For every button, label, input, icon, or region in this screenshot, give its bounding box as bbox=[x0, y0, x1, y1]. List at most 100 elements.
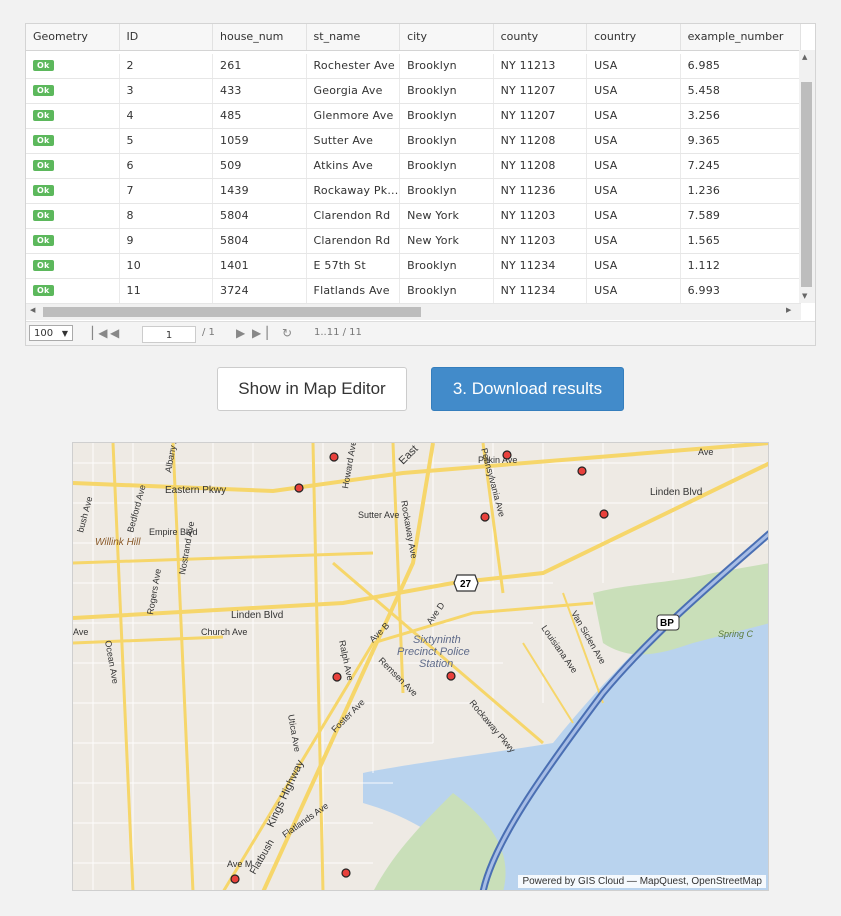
table-row[interactable]: Ok 3 433 Georgia Ave Brooklyn NY 11207 USA 5.45… bbox=[26, 79, 801, 104]
scroll-left-icon[interactable]: ◀ bbox=[30, 306, 35, 314]
map-view[interactable]: Eastern Pkwy Linden Blvd Linden Blvd Sut… bbox=[72, 442, 769, 891]
label-rogers-ave: Rogers Ave bbox=[145, 568, 163, 615]
location-marker[interactable] bbox=[502, 450, 512, 460]
table-row[interactable]: Ok 8 5804 Clarendon Rd New York NY 11203 USA 7.… bbox=[26, 204, 801, 229]
page-number-input[interactable]: 1 bbox=[142, 326, 196, 343]
label-albany-ave: Albany Ave bbox=[163, 443, 181, 473]
first-page-icon[interactable]: ▏◀ bbox=[92, 326, 108, 340]
cell-st-name: Georgia Ave bbox=[307, 79, 401, 103]
geometry-cell: Ok bbox=[26, 204, 120, 228]
label-utica-ave: Utica Ave bbox=[286, 714, 302, 753]
table-row[interactable]: Ok 4 485 Glenmore Ave Brooklyn NY 11207 USA 3.2… bbox=[26, 104, 801, 129]
label-spring-creek: Spring C bbox=[718, 629, 754, 639]
label-linden-blvd-east: Linden Blvd bbox=[650, 487, 702, 498]
geometry-ok-badge: Ok bbox=[33, 209, 54, 221]
cell-county: NY 11236 bbox=[494, 179, 588, 203]
table-row[interactable]: Ok 6 509 Atkins Ave Brooklyn NY 11208 USA 7.245 bbox=[26, 154, 801, 179]
cell-country: USA bbox=[587, 79, 681, 103]
location-marker[interactable] bbox=[341, 868, 351, 878]
page-size-value: 100 bbox=[34, 328, 54, 339]
scroll-right-icon[interactable]: ▶ bbox=[786, 306, 791, 314]
cell-id: 9 bbox=[120, 229, 214, 253]
cell-house-num: 5804 bbox=[213, 204, 307, 228]
col-header-geometry[interactable]: Geometry bbox=[26, 24, 120, 50]
location-marker[interactable] bbox=[446, 671, 456, 681]
pager: 100 ▼ ▏◀ ◀ 1 / 1 ▶ ▶▕ ↻ 1..11 / 11 bbox=[26, 321, 815, 345]
cell-city: Brooklyn bbox=[400, 104, 494, 128]
horizontal-scroll-thumb[interactable] bbox=[43, 307, 421, 317]
vertical-scroll-thumb[interactable] bbox=[801, 82, 812, 287]
cell-id: 10 bbox=[120, 254, 214, 278]
page-size-select[interactable]: 100 ▼ bbox=[29, 325, 73, 341]
col-header-county[interactable]: county bbox=[494, 24, 588, 50]
location-marker[interactable] bbox=[294, 483, 304, 493]
col-header-example-number[interactable]: example_number bbox=[681, 24, 801, 50]
geometry-cell: Ok bbox=[26, 104, 120, 128]
geometry-cell: Ok bbox=[26, 254, 120, 278]
table-row[interactable]: Ok 11 3724 Flatlands Ave Brooklyn NY 11234 USA… bbox=[26, 279, 801, 304]
cell-example-number: 6.985 bbox=[681, 54, 801, 78]
location-marker[interactable] bbox=[329, 452, 339, 462]
geometry-ok-badge: Ok bbox=[33, 109, 54, 121]
col-header-city[interactable]: city bbox=[400, 24, 494, 50]
geometry-cell: Ok bbox=[26, 279, 120, 303]
map-canvas[interactable]: Eastern Pkwy Linden Blvd Linden Blvd Sut… bbox=[73, 443, 769, 891]
cell-city: Brooklyn bbox=[400, 79, 494, 103]
next-page-icon[interactable]: ▶ bbox=[236, 326, 245, 340]
location-marker[interactable] bbox=[480, 512, 490, 522]
cell-id: 8 bbox=[120, 204, 214, 228]
col-header-house-num[interactable]: house_num bbox=[213, 24, 307, 50]
label-ave-top: Ave bbox=[698, 447, 713, 457]
cell-county: NY 11208 bbox=[494, 129, 588, 153]
scroll-up-icon[interactable]: ▲ bbox=[802, 53, 807, 61]
label-bush-ave: bush Ave bbox=[75, 495, 94, 533]
geometry-ok-badge: Ok bbox=[33, 234, 54, 246]
cell-house-num: 5804 bbox=[213, 229, 307, 253]
location-marker[interactable] bbox=[599, 509, 609, 519]
cell-id: 2 bbox=[120, 54, 214, 78]
location-marker[interactable] bbox=[332, 672, 342, 682]
cell-house-num: 1059 bbox=[213, 129, 307, 153]
cell-city: New York bbox=[400, 229, 494, 253]
cell-house-num: 1401 bbox=[213, 254, 307, 278]
label-eastern-pkwy: Eastern Pkwy bbox=[165, 485, 226, 496]
label-sutter-ave: Sutter Ave bbox=[358, 510, 399, 520]
col-header-country[interactable]: country bbox=[587, 24, 681, 50]
label-howard-ave: Howard Ave bbox=[340, 443, 358, 489]
col-header-st-name[interactable]: st_name bbox=[307, 24, 401, 50]
cell-st-name: Flatlands Ave bbox=[307, 279, 401, 303]
geometry-cell: Ok bbox=[26, 179, 120, 203]
table-row[interactable]: Ok 9 5804 Clarendon Rd New York NY 11203 USA 1.… bbox=[26, 229, 801, 254]
horizontal-scrollbar[interactable]: ◀ ▶ bbox=[26, 304, 801, 320]
table-row[interactable]: Ok 5 1059 Sutter Ave Brooklyn NY 11208 USA 9.36… bbox=[26, 129, 801, 154]
cell-county: NY 11207 bbox=[494, 79, 588, 103]
label-ave-m: Ave M bbox=[227, 859, 252, 869]
col-header-id[interactable]: ID bbox=[120, 24, 214, 50]
cell-st-name: Atkins Ave bbox=[307, 154, 401, 178]
grid-body: Ok 2 261 Rochester Ave Brooklyn NY 11213 USA 6.… bbox=[26, 54, 801, 304]
cell-city: Brooklyn bbox=[400, 54, 494, 78]
vertical-scrollbar[interactable]: ▲ ▼ bbox=[799, 50, 815, 303]
geometry-cell: Ok bbox=[26, 129, 120, 153]
download-results-button[interactable]: 3. Download results bbox=[431, 367, 624, 411]
cell-house-num: 3724 bbox=[213, 279, 307, 303]
refresh-icon[interactable]: ↻ bbox=[282, 326, 292, 340]
bp-label: BP bbox=[660, 618, 674, 629]
scroll-down-icon[interactable]: ▼ bbox=[802, 292, 807, 300]
cell-id: 6 bbox=[120, 154, 214, 178]
location-marker[interactable] bbox=[577, 466, 587, 476]
label-louisiana-ave: Louisiana Ave bbox=[539, 623, 579, 675]
cell-country: USA bbox=[587, 279, 681, 303]
cell-example-number: 1.112 bbox=[681, 254, 801, 278]
table-row[interactable]: Ok 2 261 Rochester Ave Brooklyn NY 11213 USA 6.… bbox=[26, 54, 801, 79]
cell-county: NY 11234 bbox=[494, 254, 588, 278]
table-row[interactable]: Ok 7 1439 Rockaway Pk... Brooklyn NY 11236 USA… bbox=[26, 179, 801, 204]
table-row[interactable]: Ok 10 1401 E 57th St Brooklyn NY 11234 USA 1.11… bbox=[26, 254, 801, 279]
geometry-ok-badge: Ok bbox=[33, 184, 54, 196]
cell-st-name: E 57th St bbox=[307, 254, 401, 278]
last-page-icon[interactable]: ▶▕ bbox=[252, 326, 268, 340]
cell-house-num: 509 bbox=[213, 154, 307, 178]
prev-page-icon[interactable]: ◀ bbox=[110, 326, 119, 340]
show-in-map-editor-button[interactable]: Show in Map Editor bbox=[217, 367, 407, 411]
location-marker[interactable] bbox=[230, 874, 240, 884]
